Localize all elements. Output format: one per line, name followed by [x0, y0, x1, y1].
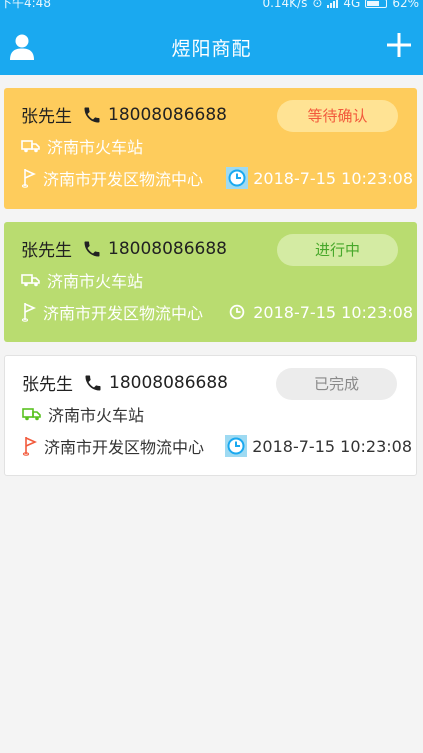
order-time: 2018-7-15 10:23:08 — [252, 436, 412, 456]
network-speed: 0.14K/s — [262, 0, 308, 10]
alarm-icon: ⊙ — [312, 0, 323, 10]
nav-bar: 煜阳商配 — [0, 20, 423, 75]
destination-address: 济南市开发区物流中心 — [44, 438, 205, 457]
clock-icon — [226, 167, 249, 189]
truck-icon — [21, 140, 40, 153]
app-screen: 下午4:48 0.14K/s ⊙ 4G 62% 煜阳商配 张先生 1800808… — [0, 0, 423, 753]
order-card[interactable]: 张先生 18008086688 进行中 济南市火车站 济南市开发区物流中心 20… — [4, 222, 417, 342]
status-indicators: 0.14K/s ⊙ 4G 62% — [262, 0, 419, 10]
plus-icon[interactable] — [387, 33, 411, 57]
phone-icon — [84, 241, 100, 256]
status-badge: 已完成 — [276, 368, 397, 400]
status-bar: 下午4:48 0.14K/s ⊙ 4G 62% — [0, 0, 423, 12]
order-card[interactable]: 张先生 18008086688 等待确认 济南市火车站 济南市开发区物流中心 2… — [4, 88, 417, 209]
network-type: 4G — [343, 0, 361, 10]
origin-row: 济南市火车站 — [21, 268, 143, 292]
status-badge: 等待确认 — [277, 100, 398, 132]
origin-row: 济南市火车站 — [22, 402, 144, 426]
phone-link[interactable]: 18008086688 — [83, 373, 228, 393]
time-group: 2018-7-15 10:23:08 — [226, 167, 413, 189]
phone-number: 18008086688 — [108, 238, 227, 259]
top-bar: 下午4:48 0.14K/s ⊙ 4G 62% 煜阳商配 — [0, 0, 423, 75]
destination-row: 济南市开发区物流中心 2018-7-15 10:23:08 — [21, 166, 413, 190]
battery-level: 62% — [392, 0, 419, 10]
order-time: 2018-7-15 10:23:08 — [253, 302, 413, 322]
phone-link[interactable]: 18008086688 — [82, 105, 227, 125]
phone-link[interactable]: 18008086688 — [82, 239, 227, 259]
flag-icon — [21, 303, 36, 322]
phone-icon — [85, 375, 101, 390]
origin-row: 济南市火车站 — [21, 134, 143, 158]
truck-icon — [22, 408, 41, 421]
clock-icon — [226, 301, 248, 323]
origin-address: 济南市火车站 — [48, 406, 145, 425]
destination-row: 济南市开发区物流中心 2018-7-15 10:23:08 — [21, 300, 413, 324]
contact-row: 张先生 18008086688 — [21, 102, 227, 128]
contact-name: 张先生 — [22, 375, 73, 395]
contact-name: 张先生 — [21, 241, 72, 261]
flag-icon — [22, 437, 37, 456]
signal-icon — [327, 0, 339, 8]
phone-icon — [84, 107, 100, 122]
order-time: 2018-7-15 10:23:08 — [253, 168, 413, 188]
origin-address: 济南市火车站 — [47, 138, 144, 157]
page-title: 煜阳商配 — [171, 38, 252, 60]
time-group: 2018-7-15 10:23:08 — [226, 301, 413, 323]
phone-number: 18008086688 — [109, 372, 228, 393]
contact-name: 张先生 — [21, 107, 72, 127]
contact-row: 张先生 18008086688 — [22, 370, 228, 396]
destination-row: 济南市开发区物流中心 2018-7-15 10:23:08 — [22, 434, 412, 458]
phone-number: 18008086688 — [108, 104, 227, 125]
origin-address: 济南市火车站 — [47, 272, 144, 291]
status-badge: 进行中 — [277, 234, 398, 266]
flag-icon — [21, 169, 36, 188]
contact-row: 张先生 18008086688 — [21, 236, 227, 262]
battery-icon — [365, 0, 388, 8]
clock-icon — [225, 435, 248, 457]
status-time: 下午4:48 — [0, 0, 51, 10]
order-card[interactable]: 张先生 18008086688 已完成 济南市火车站 济南市开发区物流中心 20… — [4, 355, 417, 476]
destination-address: 济南市开发区物流中心 — [43, 170, 204, 189]
time-group: 2018-7-15 10:23:08 — [225, 435, 412, 457]
destination-address: 济南市开发区物流中心 — [43, 304, 204, 323]
truck-icon — [21, 274, 40, 287]
